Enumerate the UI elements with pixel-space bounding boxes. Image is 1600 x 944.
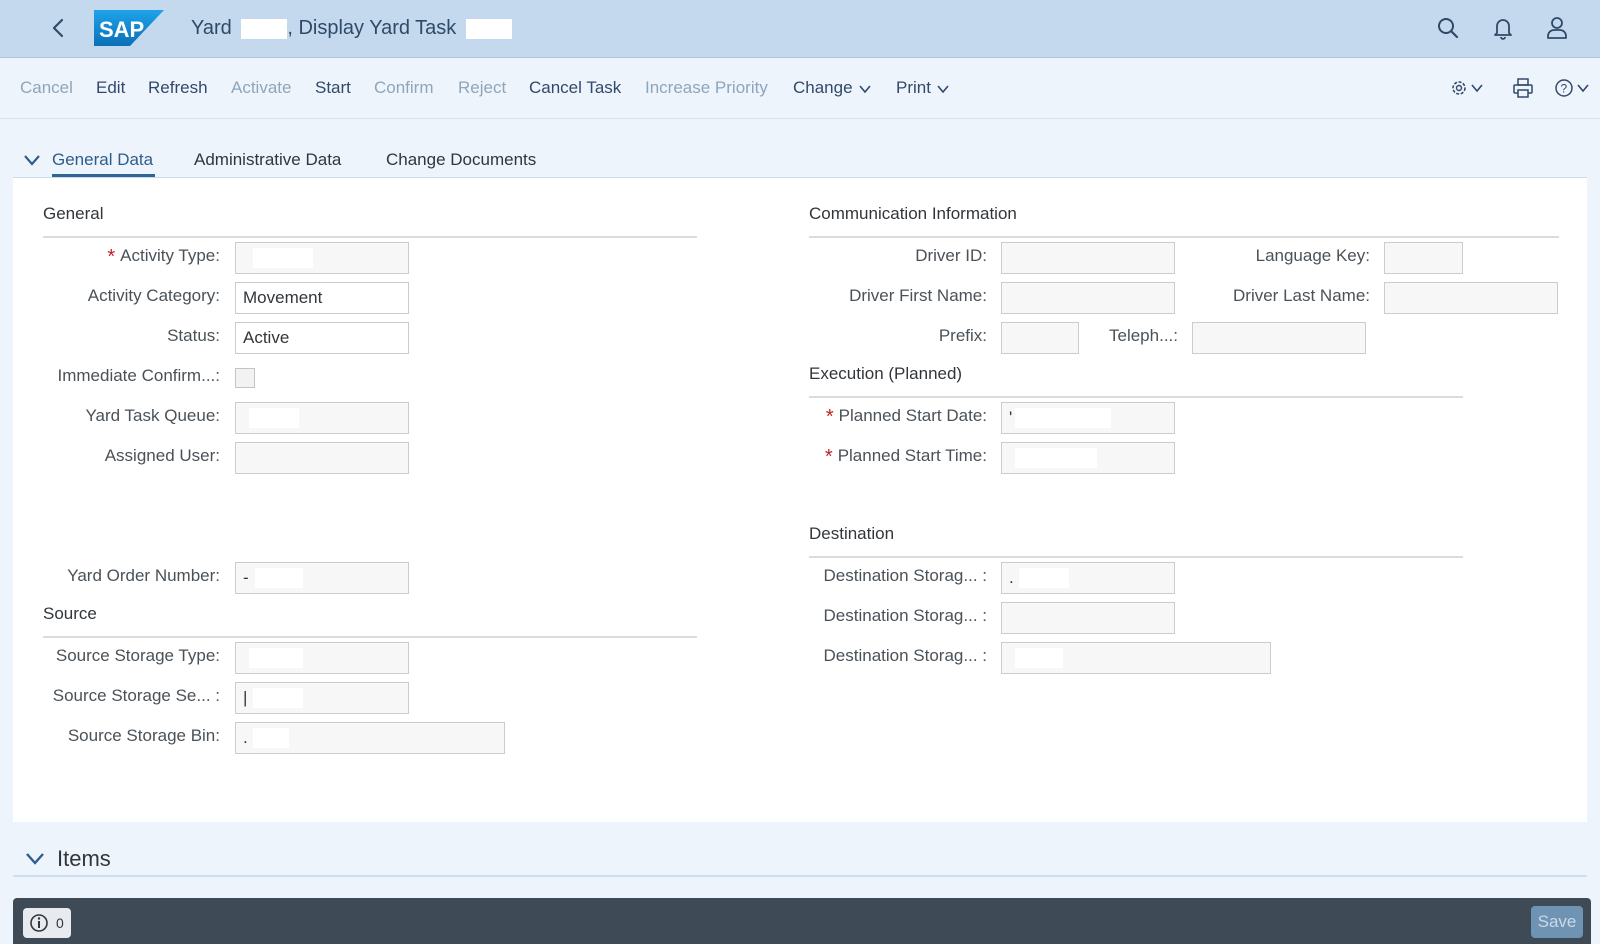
required-asterisk: * bbox=[107, 246, 116, 268]
info-icon bbox=[30, 914, 48, 932]
save-button[interactable]: Save bbox=[1531, 906, 1583, 938]
driver-id-field[interactable] bbox=[1001, 242, 1175, 274]
activate-button[interactable]: Activate bbox=[231, 78, 291, 98]
destination-storage-section-label: Destination Storag... : bbox=[823, 606, 987, 625]
driver-first-name-field[interactable] bbox=[1001, 282, 1175, 314]
telephone-field[interactable] bbox=[1192, 322, 1366, 354]
redacted-value bbox=[1015, 408, 1111, 428]
items-section-title: Items bbox=[57, 846, 111, 871]
redacted-value bbox=[1015, 448, 1097, 468]
source-section-title: Source bbox=[43, 604, 97, 623]
message-popover-button[interactable]: 0 bbox=[23, 908, 71, 938]
tab-general-data[interactable]: General Data bbox=[52, 150, 153, 170]
start-button[interactable]: Start bbox=[315, 78, 351, 98]
redacted-task-id bbox=[465, 18, 512, 39]
search-icon[interactable] bbox=[1434, 14, 1462, 42]
section-divider bbox=[809, 396, 1463, 398]
svg-text:SAP: SAP bbox=[99, 17, 144, 42]
refresh-button[interactable]: Refresh bbox=[148, 78, 208, 98]
communication-section-title: Communication Information bbox=[809, 204, 1017, 223]
activity-type-label: * Activity Type: bbox=[107, 246, 220, 268]
yard-order-number-label: Yard Order Number: bbox=[67, 566, 220, 585]
page-title: Yard , Display Yard Task bbox=[191, 17, 512, 40]
collapse-chevron-icon[interactable] bbox=[25, 852, 45, 865]
sap-logo[interactable]: SAP bbox=[94, 10, 164, 46]
planned-start-date-label: * Planned Start Date: bbox=[825, 406, 987, 428]
items-section-header: Items bbox=[13, 830, 1587, 874]
shell-header: SAP Yard , Display Yard Task bbox=[0, 0, 1600, 58]
back-arrow-icon[interactable] bbox=[44, 14, 72, 42]
items-divider bbox=[13, 875, 1587, 877]
chevron-down-icon bbox=[937, 85, 949, 93]
printer-icon[interactable] bbox=[1511, 76, 1535, 100]
collapse-chevron-icon[interactable] bbox=[23, 154, 41, 166]
help-icon[interactable]: ? bbox=[1554, 76, 1596, 100]
activity-category-label: Activity Category: bbox=[87, 286, 220, 305]
destination-storage-type-label: Destination Storag... : bbox=[823, 566, 987, 585]
section-divider bbox=[809, 236, 1559, 238]
redacted-value bbox=[249, 648, 303, 668]
prefix-field[interactable] bbox=[1001, 322, 1079, 354]
chevron-down-icon bbox=[858, 85, 871, 93]
increase-priority-button[interactable]: Increase Priority bbox=[645, 78, 768, 98]
tab-administrative-data[interactable]: Administrative Data bbox=[194, 150, 341, 170]
footer-bar: 0 Save bbox=[13, 898, 1591, 944]
section-tabs: General Data Administrative Data Change … bbox=[0, 120, 1600, 178]
section-divider bbox=[43, 636, 697, 638]
svg-text:?: ? bbox=[1561, 82, 1568, 96]
prefix-label: Prefix: bbox=[938, 326, 987, 345]
edit-button[interactable]: Edit bbox=[96, 78, 125, 98]
cancel-button[interactable]: Cancel bbox=[20, 78, 73, 98]
reject-button[interactable]: Reject bbox=[458, 78, 506, 98]
driver-last-name-field[interactable] bbox=[1384, 282, 1558, 314]
redacted-value bbox=[255, 568, 303, 588]
driver-last-name-label: Driver Last Name: bbox=[1233, 286, 1370, 305]
execution-section-title: Execution (Planned) bbox=[809, 364, 963, 383]
redacted-yard-id bbox=[241, 18, 288, 39]
planned-start-time-label: * Planned Start Time: bbox=[824, 446, 987, 468]
immediate-confirm-label: Immediate Confirm...: bbox=[57, 366, 221, 385]
destination-storage-bin-label: Destination Storag... : bbox=[823, 646, 987, 665]
redacted-value bbox=[253, 248, 313, 268]
assigned-user-label: Assigned User: bbox=[104, 446, 220, 465]
status-label: Status: bbox=[167, 326, 220, 345]
telephone-label: Teleph...: bbox=[1109, 326, 1178, 345]
yard-task-queue-label: Yard Task Queue: bbox=[85, 406, 220, 425]
section-divider bbox=[43, 236, 697, 238]
status-field[interactable]: Active bbox=[235, 322, 409, 354]
immediate-confirm-checkbox[interactable] bbox=[235, 368, 255, 388]
change-menu-button[interactable]: Change bbox=[793, 78, 871, 98]
message-count: 0 bbox=[56, 915, 64, 931]
settings-gear-icon[interactable] bbox=[1450, 76, 1490, 100]
redacted-value bbox=[249, 408, 299, 428]
general-data-panel: General * Activity Type: Activity Categor… bbox=[13, 178, 1587, 822]
required-asterisk: * bbox=[824, 446, 833, 468]
driver-id-label: Driver ID: bbox=[915, 246, 987, 265]
cancel-task-button[interactable]: Cancel Task bbox=[529, 78, 621, 98]
source-storage-section-label: Source Storage Se... : bbox=[52, 686, 220, 705]
user-icon[interactable] bbox=[1543, 14, 1571, 42]
print-menu-button[interactable]: Print bbox=[896, 78, 949, 98]
redacted-value bbox=[1019, 568, 1069, 588]
section-divider bbox=[809, 556, 1463, 558]
source-storage-bin-label: Source Storage Bin: bbox=[67, 726, 220, 745]
assigned-user-field[interactable] bbox=[235, 442, 409, 474]
activity-category-field[interactable]: Movement bbox=[235, 282, 409, 314]
tab-change-documents[interactable]: Change Documents bbox=[386, 150, 536, 170]
language-key-label: Language Key: bbox=[1255, 246, 1370, 265]
redacted-value bbox=[1015, 648, 1063, 668]
general-section-title: General bbox=[43, 204, 104, 223]
destination-storage-section-field[interactable] bbox=[1001, 602, 1175, 634]
bell-icon[interactable] bbox=[1489, 14, 1517, 42]
required-asterisk: * bbox=[825, 406, 834, 428]
redacted-value bbox=[253, 688, 303, 708]
action-toolbar: Cancel Edit Refresh Activate Start Confi… bbox=[0, 58, 1600, 119]
language-key-field[interactable] bbox=[1384, 242, 1463, 274]
destination-section-title: Destination bbox=[809, 524, 895, 543]
confirm-button[interactable]: Confirm bbox=[374, 78, 434, 98]
redacted-value bbox=[253, 728, 289, 748]
source-storage-type-label: Source Storage Type: bbox=[55, 646, 220, 665]
driver-first-name-label: Driver First Name: bbox=[849, 286, 987, 305]
